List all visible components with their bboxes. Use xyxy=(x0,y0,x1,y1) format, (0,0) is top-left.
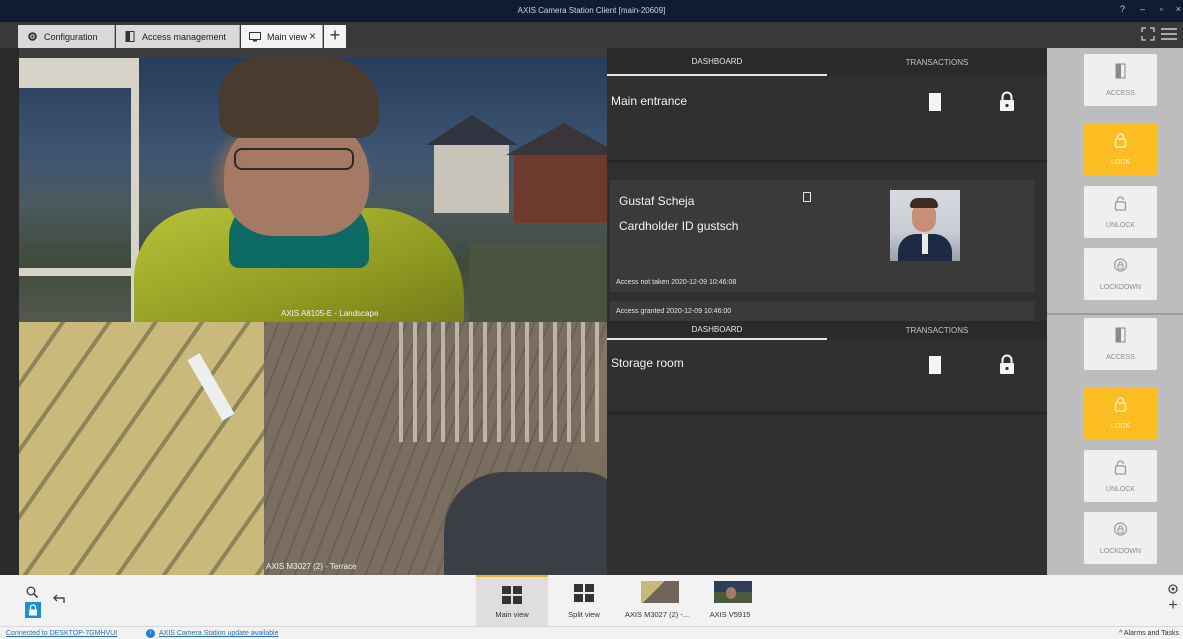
tab-main-view[interactable]: Main view × xyxy=(241,25,323,48)
view-main-view[interactable]: Main view xyxy=(476,575,548,626)
app-window: AXIS Camera Station Client [main-20609] … xyxy=(0,0,1183,639)
cardholder-id: Cardholder ID gustsch xyxy=(619,219,739,233)
camera-thumbnail xyxy=(714,581,752,603)
window-title: AXIS Camera Station Client [main-20609] xyxy=(517,6,666,15)
door-icon xyxy=(1114,327,1127,343)
unlock-button[interactable]: UNLOCK xyxy=(1084,186,1157,238)
lock-icon xyxy=(1114,396,1127,412)
unlock-button[interactable]: UNLOCK xyxy=(1084,450,1157,502)
menu-icon[interactable] xyxy=(1161,27,1177,46)
camera-view-terrace[interactable]: AXIS M3027 (2) - Terrace xyxy=(19,322,607,575)
view-split-view[interactable]: Split view xyxy=(548,575,620,626)
door-icon xyxy=(929,93,941,111)
lock-icon xyxy=(998,354,1016,374)
lock-icon xyxy=(998,91,1016,111)
tab-label: Access management xyxy=(142,31,227,42)
tab-label: Main view xyxy=(267,31,308,42)
bookmark-icon[interactable] xyxy=(803,192,811,202)
house-image xyxy=(506,123,607,223)
fullscreen-icon[interactable] xyxy=(1141,27,1155,46)
lockdown-icon xyxy=(1113,257,1128,273)
lockdown-icon xyxy=(1113,521,1128,537)
maximize-button[interactable]: ▫ xyxy=(1160,4,1163,14)
cardholder-photo xyxy=(890,190,960,261)
porch-image xyxy=(19,58,139,322)
left-margin xyxy=(0,48,19,575)
access-button[interactable]: ACCESS xyxy=(1084,54,1157,106)
grill-cover-image xyxy=(444,472,607,575)
lock-button[interactable]: LOCK xyxy=(1084,387,1157,439)
unlock-icon xyxy=(1114,195,1127,211)
door-icon xyxy=(1114,63,1127,79)
tab-transactions[interactable]: TRANSACTIONS xyxy=(827,48,1047,76)
door-panel-main-entrance: DASHBOARD TRANSACTIONS Main entrance Gus… xyxy=(607,48,1047,321)
tab-access-management[interactable]: Access management xyxy=(116,25,240,48)
brick-wall-image xyxy=(19,322,264,575)
lockdown-button[interactable]: LOCKDOWN xyxy=(1084,512,1157,564)
grid-icon xyxy=(502,586,522,604)
tab-dashboard[interactable]: DASHBOARD xyxy=(607,321,827,340)
add-view-icon[interactable]: + xyxy=(1167,598,1179,614)
grid-icon xyxy=(574,584,594,602)
event-status: Access granted 2020-12-09 10:46:00 xyxy=(616,308,732,315)
tab-label: Configuration xyxy=(44,31,98,42)
door-name: Storage room xyxy=(611,356,684,370)
camera-thumbnail xyxy=(641,581,679,603)
door-panel-storage-room: DASHBOARD TRANSACTIONS Storage room xyxy=(607,321,1047,575)
tab-dashboard[interactable]: DASHBOARD xyxy=(607,48,827,76)
view-camera-v5915[interactable]: AXIS V5915 xyxy=(694,575,766,626)
camera-caption: AXIS A8105-E - Landscape xyxy=(281,309,379,318)
help-button[interactable]: ? xyxy=(1120,4,1125,14)
status-bar: Connected to DESKTOP-7GMHVUI i AXIS Came… xyxy=(0,626,1183,639)
house-image xyxy=(426,115,518,213)
door-name: Main entrance xyxy=(611,94,688,108)
tab-configuration[interactable]: Configuration xyxy=(18,25,115,48)
tab-transactions[interactable]: TRANSACTIONS xyxy=(827,321,1047,340)
door-actions-main-entrance: ACCESS LOCK UNLOCK LOCKDOWN xyxy=(1047,48,1183,313)
close-tab-icon[interactable]: × xyxy=(309,29,316,43)
door-actions-storage-room: ACCESS LOCK UNLOCK LOCKDOWN xyxy=(1047,313,1183,575)
railing-image xyxy=(399,322,607,442)
lockdown-button[interactable]: LOCKDOWN xyxy=(1084,248,1157,300)
view-top-border xyxy=(19,48,607,58)
door-icon xyxy=(929,356,941,374)
search-icon[interactable] xyxy=(26,585,39,603)
add-tab-button[interactable]: + xyxy=(324,25,346,48)
back-icon[interactable] xyxy=(52,592,68,610)
title-bar: AXIS Camera Station Client [main-20609] … xyxy=(0,0,1183,22)
info-icon: i xyxy=(146,629,155,638)
minimize-button[interactable]: – xyxy=(1140,4,1145,14)
cardholder-name: Gustaf Scheja xyxy=(619,194,695,208)
settings-icon[interactable] xyxy=(1167,583,1179,598)
door-icon xyxy=(124,31,136,42)
lock-button[interactable]: LOCK xyxy=(1084,123,1157,175)
close-window-button[interactable]: × xyxy=(1176,4,1181,14)
camera-caption: AXIS M3027 (2) - Terrace xyxy=(266,562,357,571)
tab-bar: Configuration Access management Main vie… xyxy=(0,22,1183,48)
connection-status-link[interactable]: Connected to DESKTOP-7GMHVUI xyxy=(6,630,117,637)
lock-screen-button[interactable] xyxy=(25,602,41,618)
event-status: Access not taken 2020-12-09 10:46:08 xyxy=(616,279,737,286)
lock-icon xyxy=(1114,132,1127,148)
bottom-taskbar: Main view Split view AXIS M3027 (2) -...… xyxy=(0,575,1183,626)
view-camera-terrace[interactable]: AXIS M3027 (2) -... xyxy=(621,575,693,626)
gear-icon xyxy=(26,32,38,42)
chevron-up-icon: ^ xyxy=(1119,630,1123,637)
access-button[interactable]: ACCESS xyxy=(1084,318,1157,370)
monitor-icon xyxy=(249,31,261,42)
event-card[interactable]: Access granted 2020-12-09 10:46:00 xyxy=(610,301,1035,321)
camera-view-landscape[interactable]: AXIS A8105-E - Landscape xyxy=(19,58,607,322)
cardholder-card[interactable]: Gustaf Scheja Cardholder ID gustsch Acce… xyxy=(610,180,1035,292)
update-available-link[interactable]: i AXIS Camera Station update available xyxy=(146,629,278,638)
unlock-icon xyxy=(1114,459,1127,475)
alarms-and-tasks-toggle[interactable]: ^ Alarms and Tasks xyxy=(1119,630,1179,637)
